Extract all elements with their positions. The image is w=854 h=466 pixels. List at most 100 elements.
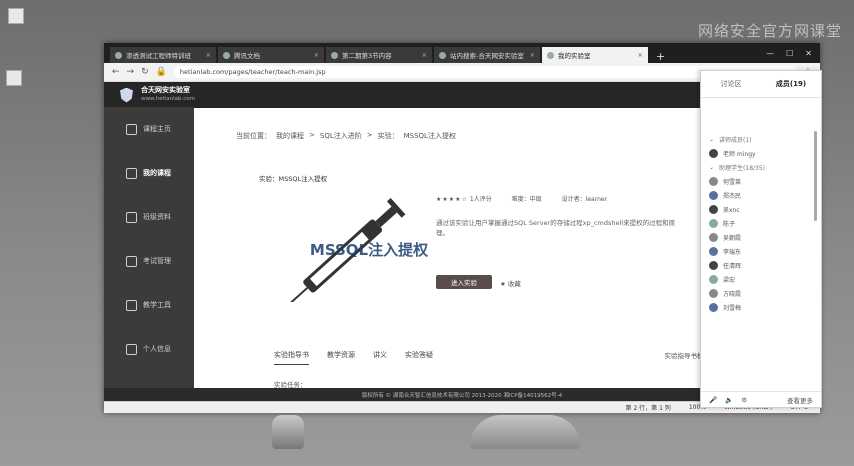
tab-title: 第二期第3节内容 [342, 52, 392, 60]
site-logo[interactable]: 合天网安实验室 www.hetianlab.com [141, 86, 195, 104]
member-row[interactable]: 刘雪梅 [701, 300, 821, 314]
speaker-icon[interactable]: 🔈 [725, 396, 733, 404]
file-icon [8, 8, 24, 24]
member-label: 陈子 [723, 220, 736, 228]
tab-members[interactable]: 成员(19) [761, 79, 821, 89]
enter-experiment-button[interactable]: 进入实验 [436, 275, 492, 289]
member-label: 吴朝霞 [723, 234, 742, 242]
browser-tab-3[interactable]: 第二期第3节内容 × [326, 47, 432, 63]
close-window-icon[interactable]: ✕ [805, 49, 812, 58]
avatar [709, 246, 718, 256]
tab-handouts[interactable]: 讲义 [373, 350, 387, 365]
sidebar-item-label: 考试管理 [143, 257, 171, 265]
view-more-link[interactable]: 查看更多 [787, 395, 813, 405]
folder-icon [126, 211, 137, 223]
panel-tabs: 讨论区 成员(19) [701, 71, 821, 98]
tab-teaching-resources[interactable]: 教学资源 [327, 350, 355, 365]
tab-discussion[interactable]: 讨论区 [701, 79, 761, 89]
member-row[interactable]: 老师 mingy [701, 146, 821, 160]
avatar [709, 260, 718, 270]
banner-text: MSSQL注入提权 [310, 241, 429, 259]
browser-tab-2[interactable]: 腾讯文档 × [218, 47, 324, 63]
new-tab-button[interactable]: + [650, 50, 671, 63]
window-controls: — ☐ ✕ [758, 49, 820, 58]
favorite-label: 收藏 [507, 280, 521, 288]
minimize-icon[interactable]: — [766, 49, 774, 58]
difficulty: 难度：中级 [511, 196, 542, 203]
desktop-icon-2[interactable] [6, 70, 22, 86]
breadcrumb-current: MSSQL注入提权 [403, 132, 456, 140]
sidebar-item-teaching-tools[interactable]: 教学工具 [104, 283, 194, 327]
avatar [709, 288, 718, 298]
tab-title: 我的实验室 [558, 52, 591, 60]
member-row[interactable]: 吴xnc [701, 202, 821, 216]
sidebar-item-label: 教学工具 [143, 301, 171, 309]
browser-tab-4[interactable]: 站内搜索-合天网安实验室 × [434, 47, 540, 63]
member-row[interactable]: 梁宏 [701, 272, 821, 286]
member-row[interactable]: 何雪莱 [701, 174, 821, 188]
favicon-icon [439, 51, 446, 59]
sidebar-item-personal-info[interactable]: 个人信息 [104, 327, 194, 371]
maximize-icon[interactable]: ☐ [786, 49, 793, 58]
close-tab-icon[interactable]: × [314, 51, 319, 59]
tab-title: 渗透测试工程师特训班 [126, 52, 191, 60]
member-group-header[interactable]: ⌄ 助理学生(18/35) [701, 160, 821, 174]
sidebar-item-course-home[interactable]: 课程主页 [104, 107, 194, 151]
favicon-icon [331, 51, 338, 59]
cursor-position: 第 2 行，第 1 列 [625, 405, 671, 412]
member-label: 刘雪梅 [723, 304, 742, 312]
member-row[interactable]: 郑杰民 [701, 188, 821, 202]
close-tab-icon[interactable]: × [206, 51, 211, 59]
member-label: 任清辉 [723, 262, 742, 270]
member-panel: 讨论区 成员(19) ⌄ 讲师成员(1) 老师 mingy ⌄ 助理学生(18/35) 何… [700, 70, 822, 408]
sidebar: 课程主页 我的课程 班级资料 考试管理 教学工具 个人信息 [104, 107, 194, 388]
microphone-icon[interactable]: 🎤 [709, 396, 717, 404]
presenter-shoe-left [272, 415, 304, 449]
tab-qa[interactable]: 实验答疑 [405, 350, 433, 365]
breadcrumb-separator: > [366, 131, 373, 139]
member-row[interactable]: 李瑞东 [701, 244, 821, 258]
sidebar-item-class-materials[interactable]: 班级资料 [104, 195, 194, 239]
chevron-down-icon: ⌄ [709, 135, 715, 143]
tab-lab-guide[interactable]: 实验指导书 [274, 350, 309, 365]
close-tab-icon[interactable]: × [422, 51, 427, 59]
browser-tab-5[interactable]: 我的实验室 × [542, 47, 648, 63]
avatar [709, 148, 718, 158]
favorite-button[interactable]: ★ 收藏 [500, 278, 521, 288]
site-subtitle: www.hetianlab.com [141, 96, 196, 102]
member-label: 讲师成员(1) [719, 136, 752, 144]
scrollbar[interactable] [814, 131, 817, 221]
author: 设计者：learner [561, 196, 608, 203]
clipboard-icon [126, 255, 137, 267]
sidebar-item-my-courses[interactable]: 我的课程 [104, 151, 194, 195]
settings-icon[interactable]: ⚙ [741, 396, 747, 404]
member-label: 方晓霞 [723, 290, 742, 298]
member-group-header[interactable]: ⌄ 讲师成员(1) [701, 132, 821, 146]
forward-icon[interactable]: → [127, 67, 135, 77]
rating-stars: ★★★★☆ [436, 196, 468, 203]
breadcrumb-link-course[interactable]: SQL注入进阶 [320, 131, 362, 141]
avatar [709, 190, 718, 200]
member-row[interactable]: 陈子 [701, 216, 821, 230]
close-tab-icon[interactable]: × [530, 51, 535, 59]
chevron-down-icon: ⌄ [709, 163, 715, 171]
member-list: ⌄ 讲师成员(1) 老师 mingy ⌄ 助理学生(18/35) 何雪莱郑杰民吴xnc 陈子… [701, 98, 821, 314]
breadcrumb: 当前位置： 我的课程 > SQL注入进阶 > 实验： MSSQL注入提权 [236, 131, 456, 141]
tab-bar: 渗透测试工程师特训班 × 腾讯文档 × 第二期第3节内容 × 站内搜索-合天网安实验室… [104, 43, 820, 63]
lock-icon[interactable]: 🔒 [156, 67, 167, 77]
home-icon [126, 123, 137, 135]
breadcrumb-link-my-courses[interactable]: 我的课程 [276, 131, 304, 141]
member-label: 吴xnc [723, 206, 740, 214]
sidebar-item-exam-management[interactable]: 考试管理 [104, 239, 194, 283]
member-row[interactable]: 方晓霞 [701, 286, 821, 300]
back-icon[interactable]: ← [112, 67, 120, 77]
member-row[interactable]: 吴朝霞 [701, 230, 821, 244]
sidebar-item-label: 个人信息 [143, 345, 171, 353]
browser-tab-1[interactable]: 渗透测试工程师特训班 × [110, 47, 216, 63]
member-label: 郑杰民 [723, 192, 742, 200]
computer-icon [6, 70, 22, 86]
close-tab-icon[interactable]: × [638, 51, 643, 59]
reload-icon[interactable]: ↻ [141, 67, 149, 77]
desktop-icon-1[interactable] [8, 8, 24, 24]
member-row[interactable]: 任清辉 [701, 258, 821, 272]
